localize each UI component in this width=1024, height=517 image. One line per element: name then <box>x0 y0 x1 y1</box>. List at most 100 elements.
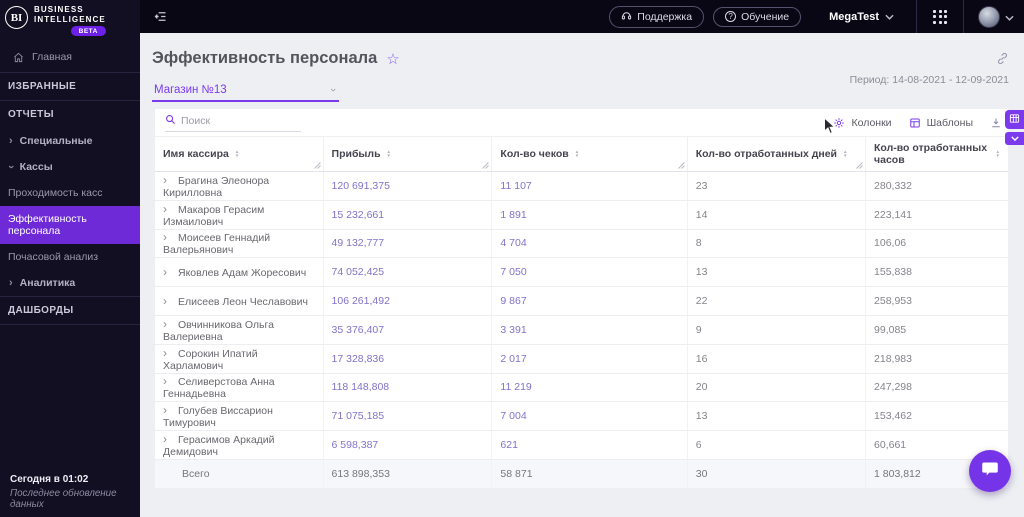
table-row[interactable]: › Брагина Элеонора Кирилловна 120 691,375… <box>155 171 1008 201</box>
sidebar-item-hourly-analysis[interactable]: Почасовой анализ <box>0 244 140 270</box>
sidebar-item-kassy[interactable]: › Кассы <box>0 154 140 180</box>
total-label: Всего <box>155 459 324 489</box>
row-expand-icon[interactable]: › <box>163 374 167 388</box>
sidebar-item-label: Почасовой анализ <box>8 251 99 263</box>
table-row[interactable]: › Голубев Виссарион Тимурович 71 075,185 … <box>155 401 1008 432</box>
data-update-status: Сегодня в 01:02 Последнее обновление дан… <box>10 474 134 510</box>
columns-button[interactable]: Колонки <box>833 117 892 129</box>
templates-button[interactable]: Шаблоны <box>909 117 973 129</box>
column-resize-handle[interactable] <box>482 162 490 169</box>
days-cell: 14 <box>687 200 867 230</box>
column-header-checks[interactable]: Кол-во чеков ▲ ▼ <box>491 136 688 172</box>
profit-cell: 74 052,425 <box>323 257 493 288</box>
cashier-name-cell: › Макаров Герасим Измаилович <box>155 200 324 230</box>
cashier-name: Герасимов Аркадий Демидович <box>163 434 275 459</box>
sidebar-section-dashboards[interactable]: ДАШБОРДЫ <box>0 296 140 325</box>
column-header-hours[interactable]: Кол-во отработанных часов ▲ ▼ <box>865 136 1008 172</box>
profit-cell: 35 376,407 <box>323 315 493 345</box>
content-area: Эффективность персонала ☆ Период: 14-08-… <box>140 33 1024 517</box>
table-view-button[interactable] <box>1005 110 1024 129</box>
column-resize-handle[interactable] <box>677 162 685 169</box>
row-expand-icon[interactable]: › <box>163 173 167 187</box>
cashier-name: Сорокин Ипатий Харламович <box>163 347 258 372</box>
cashier-name-cell: › Голубев Виссарион Тимурович <box>155 401 324 432</box>
cashier-name-cell: › Яковлев Адам Жоресович <box>155 257 324 288</box>
row-expand-icon[interactable]: › <box>163 265 167 279</box>
view-switcher <box>1005 110 1024 145</box>
row-expand-icon[interactable]: › <box>163 403 167 417</box>
checks-cell: 1 891 <box>491 200 688 230</box>
table-row[interactable]: › Елисеев Леон Чеславович 106 261,492 9 8… <box>155 286 1008 316</box>
share-link-icon[interactable] <box>996 52 1009 68</box>
checks-cell: 621 <box>491 430 688 460</box>
cashier-name-cell: › Селиверстова Анна Геннадьевна <box>155 373 324 403</box>
collapse-view-button[interactable] <box>1005 132 1024 145</box>
account-menu[interactable]: MegaTest <box>829 11 894 23</box>
days-cell: 23 <box>687 171 867 201</box>
training-button[interactable]: ? Обучение <box>713 6 802 27</box>
sidebar-nav: Главная ИЗБРАННЫЕ ОТЧЕТЫ › Специальные ›… <box>0 42 140 325</box>
row-expand-icon[interactable]: › <box>163 317 167 331</box>
profit-cell: 6 598,387 <box>323 430 493 460</box>
profit-cell: 15 232,661 <box>323 200 493 230</box>
column-header-days[interactable]: Кол-во отработанных дней ▲ ▼ <box>687 136 867 172</box>
profit-cell: 118 148,808 <box>323 373 493 403</box>
favorite-star-icon[interactable]: ☆ <box>386 50 399 68</box>
gear-icon <box>833 117 845 129</box>
column-resize-handle[interactable] <box>313 162 321 169</box>
row-expand-icon[interactable]: › <box>163 202 167 216</box>
support-button[interactable]: Поддержка <box>609 5 705 28</box>
sidebar-item-cash-traffic[interactable]: Проходимость касс <box>0 180 140 206</box>
store-selector-value: Магазин №13 <box>154 84 227 96</box>
user-menu[interactable] <box>978 5 1014 28</box>
column-resize-handle[interactable] <box>856 162 863 169</box>
row-expand-icon[interactable]: › <box>163 294 167 308</box>
hours-cell: 218,983 <box>865 344 1008 374</box>
days-cell: 20 <box>687 373 867 403</box>
sidebar-section-favorites[interactable]: ИЗБРАННЫЕ <box>0 72 140 101</box>
sort-icon[interactable]: ▲ ▼ <box>996 149 1000 158</box>
table-row[interactable]: › Макаров Герасим Измаилович 15 232,661 1… <box>155 200 1008 230</box>
table-row[interactable]: › Овчинникова Ольга Валериевна 35 376,407… <box>155 315 1008 345</box>
sort-icon[interactable]: ▲ ▼ <box>235 149 239 158</box>
download-icon[interactable] <box>990 117 1002 129</box>
column-header-name[interactable]: Имя кассира ▲ ▼ <box>155 136 324 172</box>
last-update-time: Сегодня в 01:02 <box>10 474 89 485</box>
question-icon: ? <box>725 11 737 22</box>
row-expand-icon[interactable]: › <box>163 230 167 244</box>
chevron-down-icon: › <box>327 88 340 92</box>
table-row[interactable]: › Герасимов Аркадий Демидович 6 598,387 6… <box>155 430 1008 460</box>
cashier-name: Макаров Герасим Измаилович <box>163 203 265 228</box>
sort-icon[interactable]: ▲ ▼ <box>575 149 579 158</box>
sort-icon[interactable]: ▲ ▼ <box>387 149 391 158</box>
column-header-profit[interactable]: Прибыль ▲ ▼ <box>323 136 493 172</box>
sidebar-item-home[interactable]: Главная <box>0 42 140 72</box>
table-row[interactable]: › Селиверстова Анна Геннадьевна 118 148,8… <box>155 373 1008 403</box>
checks-cell: 4 704 <box>491 229 688 259</box>
cashier-name: Моисеев Геннадий Валерьянович <box>163 232 271 257</box>
sidebar-item-label: Специальные <box>19 135 93 147</box>
checks-cell: 3 391 <box>491 315 688 345</box>
row-expand-icon[interactable]: › <box>163 346 167 360</box>
table-row[interactable]: › Моисеев Геннадий Валерьянович 49 132,77… <box>155 229 1008 259</box>
row-expand-icon[interactable]: › <box>163 432 167 446</box>
chat-bubble-icon <box>980 460 1000 483</box>
chat-fab-button[interactable] <box>969 450 1011 492</box>
table-row[interactable]: › Яковлев Адам Жоресович 74 052,425 7 050… <box>155 257 1008 288</box>
table-row[interactable]: › Сорокин Ипатий Харламович 17 328,836 2 … <box>155 344 1008 374</box>
headset-icon <box>621 10 632 24</box>
total-days: 30 <box>687 459 867 489</box>
brand-line2: INTELLIGENCE <box>34 14 106 24</box>
hours-cell: 153,462 <box>865 401 1008 432</box>
search-input[interactable] <box>181 115 301 127</box>
sidebar-collapse-button[interactable] <box>153 9 168 24</box>
store-selector[interactable]: Магазин №13 › <box>152 84 339 102</box>
sidebar-item-analytics[interactable]: › Аналитика <box>0 270 140 296</box>
avatar <box>978 5 1000 28</box>
checks-cell: 11 107 <box>491 171 688 201</box>
sort-icon[interactable]: ▲ ▼ <box>843 149 847 158</box>
sidebar-item-staff-efficiency[interactable]: Эффективность персонала <box>0 206 140 244</box>
sidebar-item-special[interactable]: › Специальные <box>0 128 140 154</box>
apps-grid-icon[interactable] <box>933 9 947 24</box>
cashier-name-cell: › Сорокин Ипатий Харламович <box>155 344 324 374</box>
